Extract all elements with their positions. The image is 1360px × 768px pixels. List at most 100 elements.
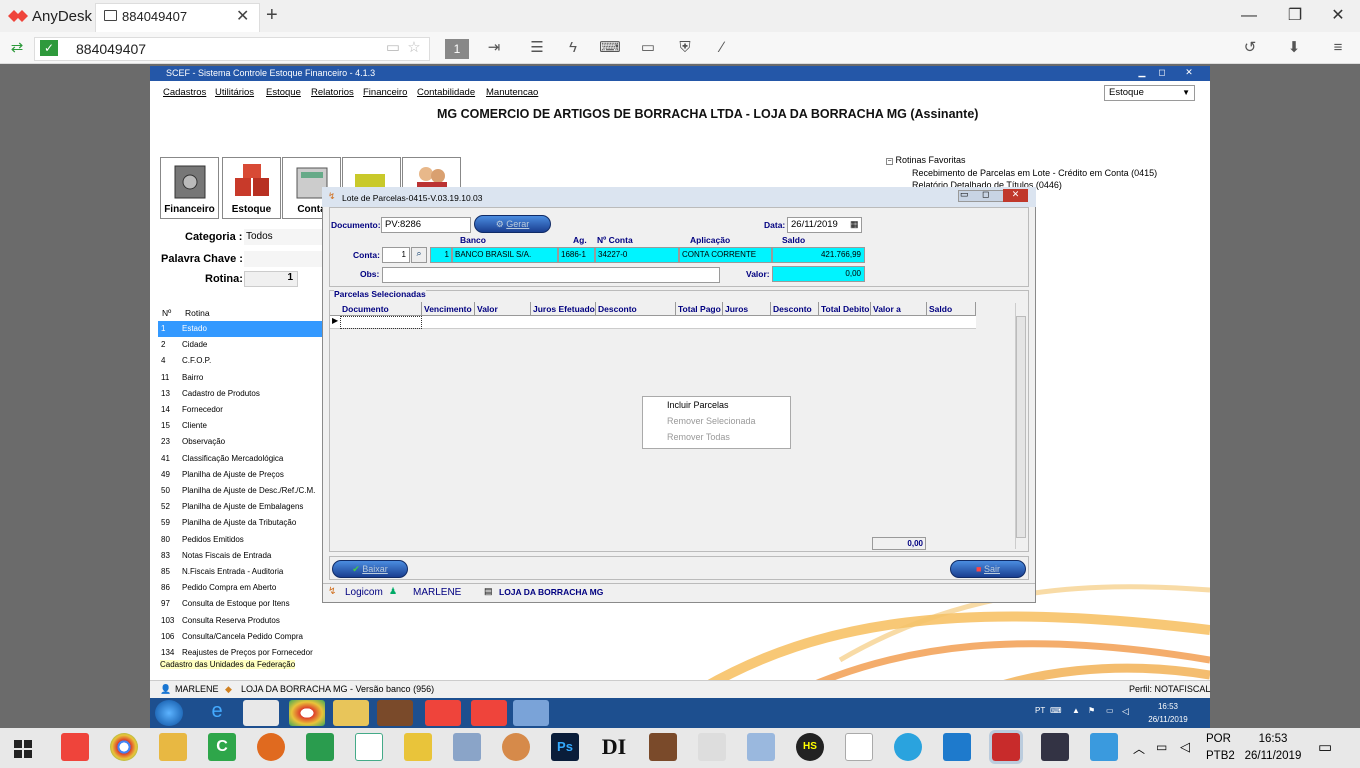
monitor-number-button[interactable]: 1 — [445, 39, 469, 59]
anydesk-active-icon[interactable] — [989, 730, 1023, 764]
transfer-icon[interactable]: ⇥ — [483, 38, 505, 58]
media-player-icon[interactable] — [243, 700, 279, 726]
palavra-chave-input[interactable] — [244, 251, 324, 267]
rotina-row[interactable]: 15 Cliente — [158, 418, 324, 434]
rotina-row[interactable]: 50 Planilha de Ajuste de Desc./Ref./C.M. — [158, 483, 324, 499]
collapse-icon[interactable]: − — [886, 158, 893, 165]
scrollbar-thumb[interactable] — [1016, 316, 1026, 538]
address-text[interactable]: 884049407 — [76, 41, 146, 57]
rotina-row[interactable]: 23 Observação — [158, 434, 324, 450]
camtasia-icon[interactable]: C — [208, 733, 236, 761]
scef-app-icon[interactable] — [377, 700, 413, 726]
column-header[interactable]: Valor Parcela — [475, 302, 531, 328]
windows-start-icon[interactable] — [14, 740, 32, 758]
tools-app-icon[interactable] — [698, 733, 726, 761]
rotina-row[interactable]: 4 C.F.O.P. — [158, 353, 324, 369]
rotina-row[interactable]: 49 Planilha de Ajuste de Preços — [158, 467, 324, 483]
document-icon[interactable] — [845, 733, 873, 761]
dialog-minimize-button[interactable]: ▭ — [960, 189, 969, 200]
clock-date[interactable]: 26/11/2019 — [1240, 750, 1306, 762]
download-icon[interactable]: ⬇ — [1283, 38, 1305, 58]
telegram-icon[interactable] — [894, 733, 922, 761]
column-header[interactable]: Vencimento — [422, 302, 475, 316]
column-header[interactable]: Total Pago — [676, 302, 723, 316]
column-header[interactable]: Juros Efetuado — [531, 302, 596, 316]
photoshop-icon[interactable]: Ps — [551, 733, 579, 761]
module-estoque[interactable]: Estoque — [222, 157, 281, 219]
dialog-maximize-button[interactable]: ◻ — [982, 189, 989, 200]
rotina-input[interactable]: 1 — [244, 271, 298, 287]
column-header[interactable]: Valor a Pagar — [871, 302, 927, 328]
menu-hamburger-icon[interactable]: ≡ — [1327, 38, 1349, 58]
incluir-parcelas-item[interactable]: Incluir Parcelas — [667, 400, 729, 410]
rotina-row[interactable]: 97 Consulta de Estoque por Itens — [158, 596, 324, 612]
scef-minimize-button[interactable]: ▁ — [1135, 67, 1149, 78]
conta-input[interactable]: 1 — [382, 247, 410, 263]
documento-input[interactable]: PV:8286 — [381, 217, 471, 233]
scef-close-button[interactable]: ✕ — [1182, 67, 1196, 78]
input-lang-2[interactable]: PTB2 — [1206, 750, 1235, 762]
categoria-select[interactable]: Todos — [244, 229, 324, 245]
hs-app-icon[interactable]: HS — [796, 733, 824, 761]
calendar-icon[interactable]: ▦ — [850, 219, 859, 230]
keyboard-tray-icon[interactable]: ⌨ — [1050, 706, 1062, 715]
menu-manutencao[interactable]: Manutencao — [486, 87, 538, 98]
module-select[interactable]: Estoque ▼ — [1104, 85, 1195, 101]
volume-icon[interactable]: ◁ — [1122, 706, 1129, 717]
display-icon[interactable]: ▭ — [637, 38, 659, 58]
column-header[interactable]: Desconto — [771, 302, 819, 316]
rotina-row[interactable]: 83 Notas Fiscais de Entrada — [158, 548, 324, 564]
tray-arrow-icon[interactable]: ▲ — [1072, 706, 1080, 715]
clock-time[interactable]: 16:53 — [1242, 733, 1304, 745]
remote-tray-lang[interactable]: PT — [1035, 706, 1045, 715]
baixar-button[interactable]: ✔ Baixar — [332, 560, 408, 578]
documento-cell[interactable] — [340, 316, 422, 329]
rotina-row[interactable]: 85 N.Fiscais Entrada - Auditoria — [158, 564, 324, 580]
favorite-item[interactable]: Recebimento de Parcelas em Lote - Crédit… — [912, 168, 1157, 178]
chrome-icon[interactable] — [289, 700, 325, 726]
anydesk-icon[interactable] — [471, 700, 507, 726]
remote-clock-time[interactable]: 16:53 — [1148, 702, 1188, 711]
obs-input[interactable] — [382, 267, 720, 283]
paint-icon[interactable] — [502, 733, 530, 761]
column-header[interactable]: Saldo — [927, 302, 976, 316]
close-window-button[interactable]: ✕ — [1323, 4, 1353, 28]
volume-muted-icon[interactable]: ◁ — [1180, 739, 1190, 755]
rotina-row[interactable]: 59 Planilha de Ajuste da Tributação — [158, 515, 324, 531]
remover-todas-item[interactable]: Remover Todas — [667, 432, 730, 442]
network-icon[interactable]: ▭ — [1106, 706, 1114, 715]
column-header[interactable]: Documento — [340, 302, 422, 316]
network-app-icon[interactable] — [306, 733, 334, 761]
whiteboard-pen-icon[interactable]: ∕ — [711, 38, 733, 58]
remover-selecionada-item[interactable]: Remover Selecionada — [667, 416, 756, 426]
logicom-app-icon[interactable] — [513, 700, 549, 726]
menu-utilitarios[interactable]: Utilitários — [215, 87, 254, 98]
module-financeiro[interactable]: Financeiro — [160, 157, 219, 219]
anydesk-icon[interactable] — [425, 700, 461, 726]
scef-maximize-button[interactable]: ◻ — [1155, 67, 1169, 78]
money-app-icon[interactable] — [257, 733, 285, 761]
gerar-button[interactable]: ⚙ Gerar — [474, 215, 551, 233]
notifications-icon[interactable]: ▭ — [1318, 738, 1332, 756]
network-icon[interactable]: ▭ — [1156, 740, 1167, 754]
remote-start-button[interactable] — [155, 700, 183, 726]
ie-icon[interactable]: e — [199, 700, 235, 726]
flag-icon[interactable]: ⚑ — [1088, 706, 1095, 715]
photos-icon[interactable] — [1041, 733, 1069, 761]
actions-lightning-icon[interactable]: ϟ — [562, 38, 584, 58]
table-row[interactable] — [330, 316, 976, 329]
screen-share-icon[interactable]: ▭ — [382, 38, 404, 58]
column-header[interactable]: Total Debito — [819, 302, 871, 316]
rotina-row[interactable]: 106 Consulta/Cancela Pedido Compra — [158, 629, 324, 645]
files-app-icon[interactable] — [453, 733, 481, 761]
input-lang-1[interactable]: POR — [1206, 733, 1231, 745]
box-app-icon[interactable] — [747, 733, 775, 761]
di-app-icon[interactable]: DI — [600, 733, 628, 761]
chat-icon[interactable]: ☰ — [526, 38, 548, 58]
rotina-row[interactable]: 1 Estado — [158, 321, 324, 337]
favorite-star-icon[interactable]: ☆ — [403, 38, 425, 58]
search-icon[interactable]: ⌕ — [411, 247, 427, 263]
vscode-icon[interactable] — [943, 733, 971, 761]
menu-contabilidade[interactable]: Contabilidade — [417, 87, 475, 98]
chrome-icon[interactable] — [110, 733, 138, 761]
